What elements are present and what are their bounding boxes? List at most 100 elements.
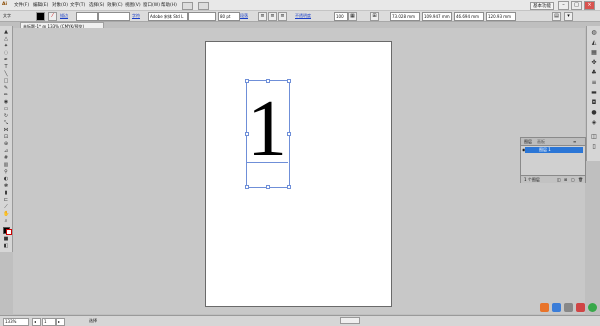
pencil-tool-icon[interactable]: ✏: [3, 93, 9, 98]
hand-tool-icon[interactable]: ✋: [3, 212, 9, 217]
font-size-input[interactable]: 80 pt: [218, 12, 240, 21]
shape-builder-tool-icon[interactable]: ⊕: [3, 142, 9, 147]
layer-row[interactable]: 图层 1: [525, 147, 583, 153]
stroke-weight-input[interactable]: [76, 12, 98, 21]
column-graph-tool-icon[interactable]: ▮: [3, 191, 9, 196]
transform-icon[interactable]: ⊞: [370, 12, 379, 21]
menu-type[interactable]: 文字(T): [70, 2, 85, 8]
tab-layers[interactable]: 图层: [524, 139, 532, 144]
blend-tool-icon[interactable]: ◐: [3, 177, 9, 182]
perspective-grid-tool-icon[interactable]: ⊿: [3, 149, 9, 154]
menu-window[interactable]: 窗口(W): [143, 2, 160, 8]
appearance-panel-icon[interactable]: ●: [591, 110, 597, 116]
transparency-panel-icon[interactable]: ◘: [591, 100, 597, 106]
paragraph-link[interactable]: 段落: [240, 13, 248, 19]
color-guide-icon[interactable]: ◭: [591, 40, 597, 46]
artboard-tool-icon[interactable]: ⊏: [3, 198, 9, 203]
options-icon[interactable]: ▾: [564, 12, 573, 21]
close-button[interactable]: ×: [584, 1, 595, 10]
stroke-link[interactable]: 描边: [60, 13, 68, 19]
menu-help[interactable]: 帮助(H): [161, 2, 177, 8]
menu-edit[interactable]: 编辑(E): [33, 2, 48, 8]
delete-layer-icon[interactable]: 🗑: [578, 176, 583, 183]
width-input[interactable]: 46.694 mm: [454, 12, 484, 21]
paintbrush-tool-icon[interactable]: ✎: [3, 86, 9, 91]
grid-icon[interactable]: ▦: [348, 12, 357, 21]
tab-artboards[interactable]: 画板: [537, 139, 545, 144]
handle-bottom-right[interactable]: [287, 185, 291, 189]
menu-file[interactable]: 文件(F): [14, 2, 29, 8]
handle-bottom-left[interactable]: [245, 185, 249, 189]
swatches-panel-icon[interactable]: ▦: [591, 50, 597, 56]
eraser-tool-icon[interactable]: ▭: [3, 107, 9, 112]
artboard[interactable]: [205, 41, 392, 307]
mesh-tool-icon[interactable]: #: [3, 156, 9, 161]
type-tool-icon[interactable]: T: [3, 65, 9, 70]
make-clip-mask-icon[interactable]: ◫: [557, 176, 561, 183]
new-sublayer-icon[interactable]: ⊞: [564, 176, 567, 183]
handle-top-center[interactable]: [266, 79, 270, 83]
fill-swatch[interactable]: [36, 12, 45, 21]
height-input[interactable]: 120.93 mm: [486, 12, 516, 21]
stroke-panel-icon[interactable]: ≡: [591, 80, 597, 86]
opacity-input[interactable]: 100: [334, 12, 348, 21]
width-tool-icon[interactable]: ⋈: [3, 128, 9, 133]
align-right-icon[interactable]: ≡: [278, 12, 287, 21]
panel-menu-icon[interactable]: ≡: [573, 139, 576, 144]
symbol-sprayer-tool-icon[interactable]: ❃: [3, 184, 9, 189]
magic-wand-tool-icon[interactable]: ✦: [3, 44, 9, 49]
graphic-styles-panel-icon[interactable]: ◈: [591, 120, 597, 126]
artboards-panel-icon[interactable]: ▯: [591, 144, 597, 150]
direct-selection-tool-icon[interactable]: △: [3, 37, 9, 42]
font-style-select[interactable]: [188, 12, 216, 21]
bridge-icon[interactable]: [198, 2, 209, 10]
menu-object[interactable]: 对象(O): [52, 2, 68, 8]
text-object[interactable]: 1: [246, 89, 288, 169]
handle-bottom-center[interactable]: [266, 185, 270, 189]
color-panel-icon[interactable]: ◍: [591, 30, 597, 36]
maximize-button[interactable]: □: [571, 1, 582, 10]
gradient-panel-icon[interactable]: ▬: [591, 90, 597, 96]
x-input[interactable]: 73.028 mm: [390, 12, 420, 21]
menu-view[interactable]: 视图(V): [125, 2, 141, 8]
y-input[interactable]: 109.947 mm: [422, 12, 452, 21]
horizontal-scrollbar[interactable]: [340, 317, 360, 324]
minimize-button[interactable]: –: [558, 1, 569, 10]
brushes-panel-icon[interactable]: ✤: [591, 60, 597, 66]
notification-icon[interactable]: [576, 303, 585, 312]
selection-tool-icon[interactable]: ▲: [3, 30, 9, 35]
blob-brush-tool-icon[interactable]: ◉: [3, 100, 9, 105]
symbols-panel-icon[interactable]: ♣: [591, 70, 597, 76]
slice-tool-icon[interactable]: ⟋: [3, 205, 9, 210]
lasso-tool-icon[interactable]: ◌: [3, 51, 9, 56]
free-transform-tool-icon[interactable]: ⊡: [3, 135, 9, 140]
align-left-icon[interactable]: ≡: [258, 12, 267, 21]
variable-width-select[interactable]: [98, 12, 130, 21]
stroke-color-swatch[interactable]: [6, 229, 12, 235]
workspace-switcher[interactable]: 基本功能: [530, 2, 554, 10]
stroke-swatch-icon[interactable]: ⁄: [48, 12, 57, 21]
volume-icon[interactable]: [564, 303, 573, 312]
color-mode-icon[interactable]: ■: [3, 237, 9, 242]
network-icon[interactable]: [552, 303, 561, 312]
rectangle-tool-icon[interactable]: □: [3, 79, 9, 84]
zoom-tool-icon[interactable]: ⌕: [3, 219, 9, 224]
gradient-tool-icon[interactable]: ▥: [3, 163, 9, 168]
drawing-mode-icon[interactable]: ◧: [3, 244, 9, 249]
arrange-documents-icon[interactable]: [182, 2, 193, 10]
line-tool-icon[interactable]: ╲: [3, 72, 9, 77]
layers-panel-icon[interactable]: ◫: [591, 134, 597, 140]
new-layer-icon[interactable]: ▢: [571, 176, 575, 183]
font-family-select[interactable]: Adobe 宋体 Std L: [148, 12, 188, 21]
character-link[interactable]: 字符: [132, 13, 140, 19]
scale-tool-icon[interactable]: ⤡: [3, 121, 9, 126]
pen-tool-icon[interactable]: ✒: [3, 58, 9, 63]
handle-top-right[interactable]: [287, 79, 291, 83]
app-tray-icon[interactable]: [588, 303, 597, 312]
menu-select[interactable]: 选择(S): [89, 2, 104, 8]
opacity-link[interactable]: 不透明度: [295, 13, 311, 19]
input-method-icon[interactable]: [540, 303, 549, 312]
menu-effect[interactable]: 效果(C): [107, 2, 123, 8]
align-center-icon[interactable]: ≡: [268, 12, 277, 21]
handle-top-left[interactable]: [245, 79, 249, 83]
